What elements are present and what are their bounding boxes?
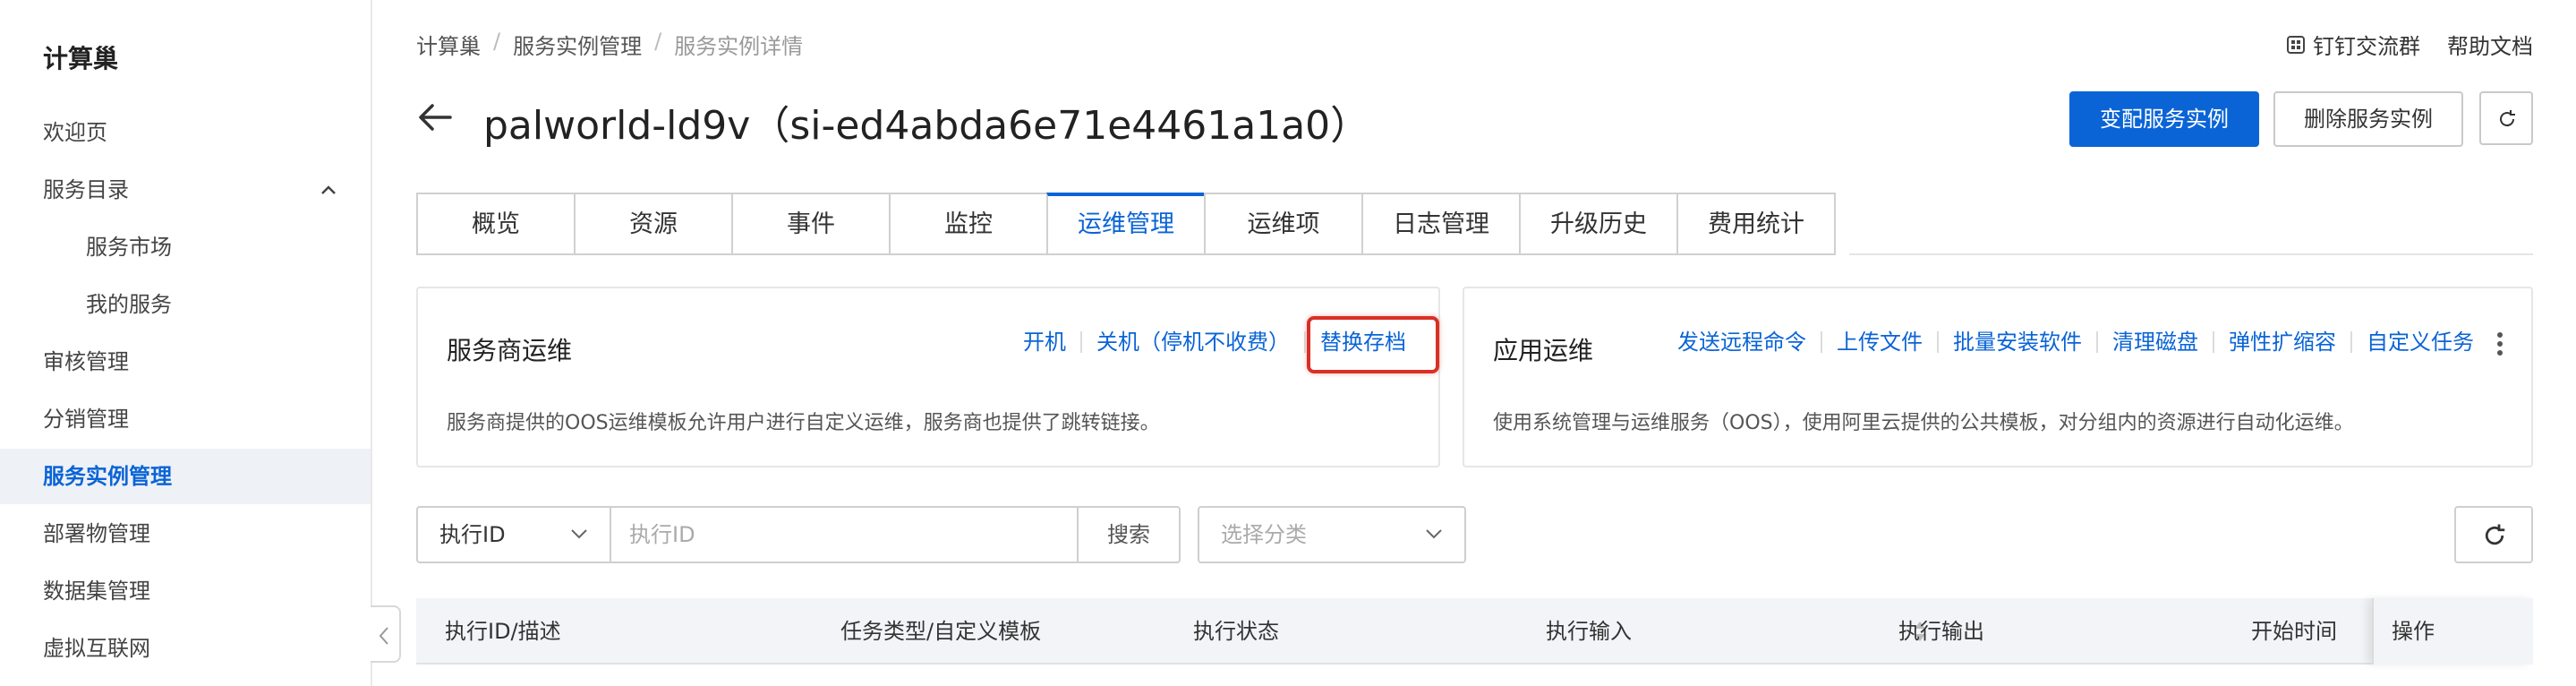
breadcrumb-current: 服务实例详情 <box>674 34 804 59</box>
top-links: 钉钉交流群 帮助文档 <box>2286 29 2533 60</box>
app-ops-title: 应用运维 <box>1493 336 1594 365</box>
provider-ops-description: 服务商提供的OOS运维模板允许用户进行自定义运维，服务商也提供了跳转链接。 <box>447 412 1160 434</box>
chevron-left-icon <box>379 627 388 645</box>
chevron-down-icon <box>1426 529 1442 539</box>
modify-instance-button[interactable]: 变配服务实例 <box>2069 91 2259 147</box>
dingtalk-link[interactable]: 钉钉交流群 <box>2286 29 2420 60</box>
tab-bar: 概览 资源 事件 监控 运维管理 运维项 日志管理 升级历史 费用统计 <box>416 193 1836 255</box>
more-vertical-icon[interactable] <box>2495 331 2504 356</box>
table-header: 执行ID/描述 任务类型/自定义模板 执行状态 执行输入 执行输出 开始时间 操… <box>416 598 2533 665</box>
search-button[interactable]: 搜索 <box>1077 506 1181 563</box>
breadcrumb-separator: / <box>493 29 501 54</box>
sidebar-item-service-catalog[interactable]: 服务目录 <box>0 162 371 218</box>
sidebar-title: 计算巢 <box>43 44 119 73</box>
tab-overview[interactable]: 概览 <box>416 193 576 255</box>
sidebar-item-service-market[interactable]: 服务市场 <box>0 219 371 275</box>
sidebar-item-review[interactable]: 审核管理 <box>0 334 371 390</box>
dingtalk-label: 钉钉交流群 <box>2313 34 2420 59</box>
app-ops-links: 发送远程命令 上传文件 批量安装软件 清理磁盘 弹性扩缩容 自定义任务 <box>1663 331 2488 353</box>
help-docs-link[interactable]: 帮助文档 <box>2447 29 2533 60</box>
clean-disk-link[interactable]: 清理磁盘 <box>2096 331 2213 353</box>
tab-resources[interactable]: 资源 <box>574 193 733 255</box>
chevron-down-icon <box>571 529 587 539</box>
sidebar-item-welcome[interactable]: 欢迎页 <box>0 105 371 160</box>
column-header-input: 执行输入 <box>1546 619 1632 644</box>
tab-events[interactable]: 事件 <box>731 193 891 255</box>
chevron-up-icon <box>321 185 336 194</box>
tabs-divider <box>1849 253 2533 255</box>
custom-task-link[interactable]: 自定义任务 <box>2350 331 2488 353</box>
category-select[interactable]: 选择分类 <box>1198 506 1466 563</box>
app-ops-card: 应用运维 发送远程命令 上传文件 批量安装软件 清理磁盘 弹性扩缩容 自定义任务… <box>1463 287 2533 467</box>
power-on-link[interactable]: 开机 <box>1009 331 1080 353</box>
provider-ops-card: 服务商运维 开机 关机（停机不收费） 替换存档 服务商提供的OOS运维模板允许用… <box>416 287 1440 467</box>
back-arrow-icon[interactable] <box>416 99 454 136</box>
column-header-execution-id: 执行ID/描述 <box>445 619 561 644</box>
sidebar-collapse-button[interactable] <box>371 605 401 663</box>
sidebar-item-virtual-network[interactable]: 虚拟互联网 <box>0 621 371 676</box>
sidebar-item-datasets[interactable]: 数据集管理 <box>0 563 371 619</box>
provider-ops-title: 服务商运维 <box>447 336 573 365</box>
breadcrumb: 计算巢 / 服务实例管理 / 服务实例详情 <box>416 29 803 60</box>
sidebar-item-label: 服务目录 <box>43 177 129 202</box>
column-header-status[interactable]: 执行状态 <box>1193 598 1279 665</box>
batch-install-link[interactable]: 批量安装软件 <box>1937 331 2096 353</box>
breadcrumb-separator: / <box>654 29 662 54</box>
tab-ops-items[interactable]: 运维项 <box>1204 193 1363 255</box>
breadcrumb-item[interactable]: 服务实例管理 <box>513 29 642 60</box>
header-refresh-button[interactable] <box>2479 91 2533 145</box>
send-remote-command-link[interactable]: 发送远程命令 <box>1663 331 1821 353</box>
auto-scaling-link[interactable]: 弹性扩缩容 <box>2213 331 2350 353</box>
highlight-box <box>1307 316 1439 373</box>
search-input[interactable]: 执行ID <box>610 506 1079 563</box>
delete-instance-button[interactable]: 删除服务实例 <box>2273 91 2463 147</box>
search-field-value: 执行ID <box>439 522 506 547</box>
breadcrumb-item[interactable]: 计算巢 <box>416 29 481 60</box>
column-header-output: 执行输出 <box>1898 619 1984 644</box>
refresh-icon <box>2500 110 2515 127</box>
dingtalk-icon <box>2287 35 2305 54</box>
tab-cost-statistics[interactable]: 费用统计 <box>1676 193 1836 255</box>
column-header-start-time: 开始时间 <box>2251 619 2337 644</box>
sidebar-item-distribution[interactable]: 分销管理 <box>0 391 371 447</box>
column-header-task-type: 任务类型/自定义模板 <box>840 619 1042 644</box>
sidebar-item-service-instances[interactable]: 服务实例管理 <box>0 449 371 504</box>
sidebar: 计算巢 欢迎页 服务目录 服务市场 我的服务 审核管理 分销管理 服务实例管理 … <box>0 0 372 686</box>
sidebar-item-artifacts[interactable]: 部署物管理 <box>0 506 371 562</box>
category-placeholder: 选择分类 <box>1221 522 1307 547</box>
tab-log-management[interactable]: 日志管理 <box>1361 193 1521 255</box>
search-field-select[interactable]: 执行ID <box>416 506 611 563</box>
tab-monitoring[interactable]: 监控 <box>889 193 1048 255</box>
upload-file-link[interactable]: 上传文件 <box>1821 331 1937 353</box>
sidebar-item-my-services[interactable]: 我的服务 <box>0 277 371 332</box>
table-refresh-button[interactable] <box>2454 506 2533 563</box>
column-header-actions: 操作 <box>2372 598 2533 665</box>
power-off-link[interactable]: 关机（停机不收费） <box>1080 331 1304 353</box>
refresh-icon <box>2485 524 2505 545</box>
tab-ops-management[interactable]: 运维管理 <box>1046 193 1206 255</box>
page-title: palworld-ld9v（si-ed4abda6e71e4461a1a0） <box>483 103 1370 149</box>
app-ops-description: 使用系统管理与运维服务（OOS），使用阿里云提供的公共模板，对分组内的资源进行自… <box>1493 412 2354 434</box>
tab-upgrade-history[interactable]: 升级历史 <box>1519 193 1678 255</box>
